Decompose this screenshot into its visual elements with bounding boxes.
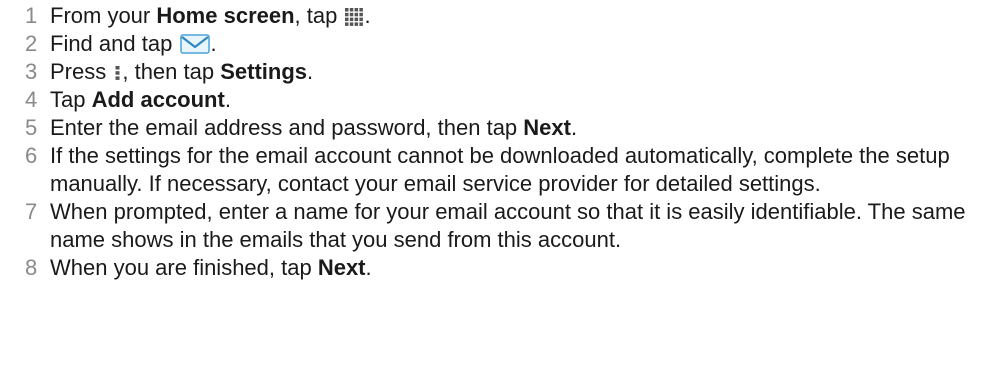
menu-dots-icon — [114, 61, 121, 80]
settings-label: Settings — [220, 59, 308, 84]
step-text-part: . — [364, 3, 371, 28]
step-text: When prompted, enter a name for your ema… — [50, 199, 966, 252]
home-screen-label: Home screen — [156, 3, 295, 28]
step-number: 5 — [25, 115, 38, 140]
step-number: 1 — [25, 3, 38, 28]
step-7: 7 When prompted, enter a name for your e… — [0, 198, 992, 254]
step-5: 5 Enter the email address and password, … — [0, 114, 992, 142]
step-text-part: , tap — [294, 3, 344, 28]
instruction-steps-list: 1 From your Home screen, tap . 2 Find an… — [0, 2, 992, 282]
step-4: 4 Tap Add account. — [0, 86, 992, 114]
next-label: Next — [317, 255, 366, 280]
step-text: Enter the email address and password, th… — [50, 114, 970, 142]
step-text-part: Find and tap — [50, 31, 179, 56]
step-number: 6 — [25, 143, 38, 168]
email-envelope-icon — [180, 33, 211, 54]
step-number: 4 — [25, 87, 38, 112]
step-text-part: From your — [50, 3, 157, 28]
step-3: 3 Press , then tap Settings. — [0, 58, 992, 86]
step-number: 3 — [25, 59, 38, 84]
step-number: 7 — [25, 199, 38, 224]
step-number: 8 — [25, 255, 38, 280]
step-text-part: . — [365, 255, 372, 280]
step-text-part: . — [224, 87, 231, 112]
step-text: Press , then tap Settings. — [50, 58, 970, 86]
step-text-part: . — [210, 31, 217, 56]
add-account-label: Add account — [91, 87, 225, 112]
step-text-part: . — [307, 59, 314, 84]
step-number: 2 — [25, 31, 38, 56]
step-text: From your Home screen, tap . — [50, 2, 970, 30]
step-text-part: When you are finished, tap — [50, 255, 318, 280]
step-text: When you are finished, tap Next. — [50, 254, 970, 282]
step-1: 1 From your Home screen, tap . — [0, 2, 992, 30]
step-2: 2 Find and tap . — [0, 30, 992, 58]
next-label: Next — [523, 115, 571, 140]
step-text: Find and tap . — [50, 30, 970, 58]
step-text: Tap Add account. — [50, 86, 970, 114]
step-text: If the settings for the email account ca… — [50, 143, 950, 196]
step-text-part: . — [570, 115, 578, 140]
step-8: 8 When you are finished, tap Next. — [0, 254, 992, 282]
step-text-part: Enter the email address and password, th… — [50, 115, 524, 140]
step-text-part: Tap — [50, 87, 92, 112]
step-6: 6 If the settings for the email account … — [0, 142, 992, 198]
step-text-part: , then tap — [122, 59, 221, 84]
step-text-part: Press — [50, 59, 113, 84]
apps-grid-icon — [345, 5, 364, 26]
